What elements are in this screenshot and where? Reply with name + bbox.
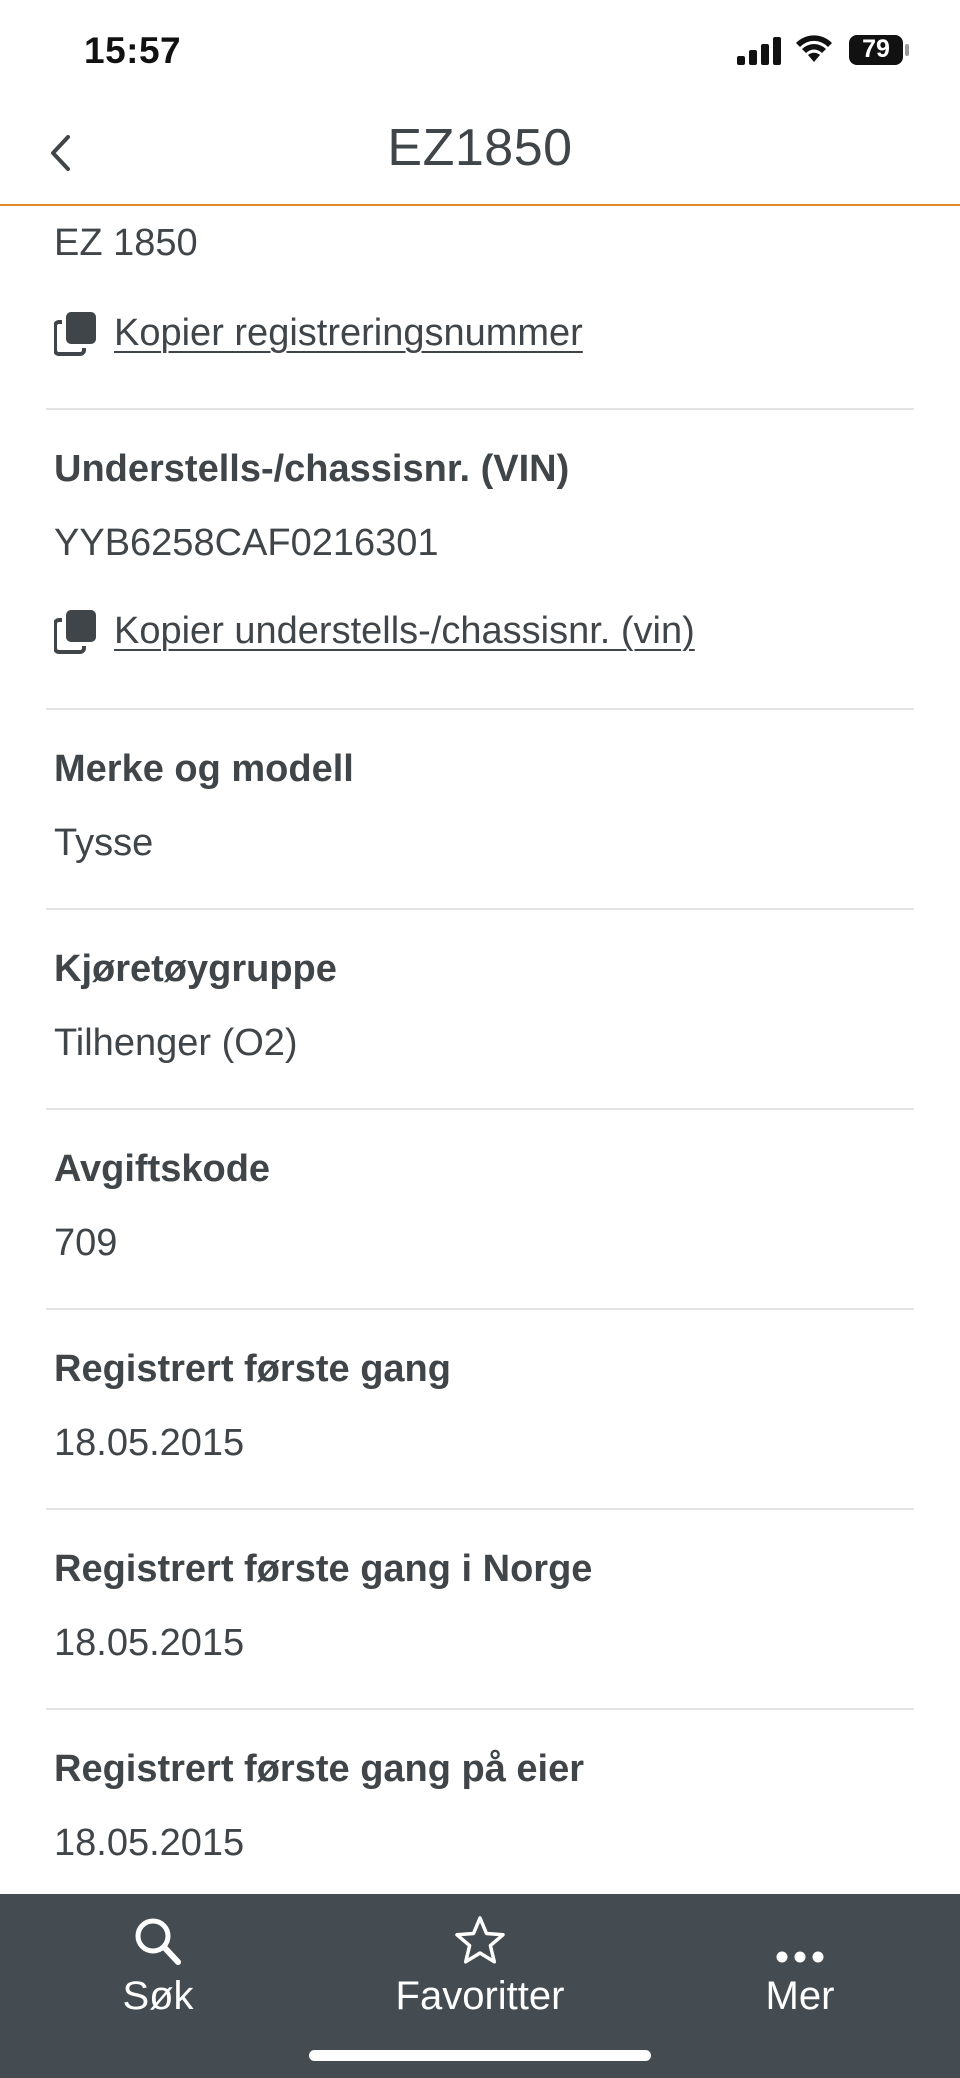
vin-label: Understells-/chassisnr. (VIN) <box>54 448 570 490</box>
search-icon <box>135 1918 181 1965</box>
more-dots-icon <box>776 1951 824 1963</box>
detail-item-make-model: Merke og modell Tysse <box>46 708 914 910</box>
detail-value: Tilhenger (O2) <box>54 1022 298 1064</box>
signal-icon <box>737 37 781 65</box>
wifi-icon <box>796 35 832 62</box>
copy-icon <box>54 312 96 356</box>
vin-section: Understells-/chassisnr. (VIN) YYB6258CAF… <box>46 408 914 710</box>
detail-item-first-registered-norway: Registrert første gang i Norge 18.05.201… <box>46 1508 914 1710</box>
star-icon <box>455 1916 505 1964</box>
bottom-tab-bar: Søk Favoritter Mer <box>0 1894 960 2078</box>
vin-value: YYB6258CAF0216301 <box>54 522 439 564</box>
tab-more[interactable]: Mer <box>690 1912 910 2032</box>
registration-value: EZ 1850 <box>54 222 198 264</box>
detail-label: Registrert første gang <box>54 1348 451 1390</box>
detail-item-fee-code: Avgiftskode 709 <box>46 1108 914 1310</box>
status-time: 15:57 <box>84 30 182 71</box>
copy-icon <box>54 610 96 654</box>
status-bar: 15:57 79 <box>0 0 960 100</box>
detail-item-vehicle-group: Kjøretøygruppe Tilhenger (O2) <box>46 908 914 1110</box>
detail-label: Registrert første gang i Norge <box>54 1548 593 1590</box>
detail-value: 18.05.2015 <box>54 1822 245 1864</box>
detail-label: Registrert første gang på eier <box>54 1748 585 1790</box>
tab-search[interactable]: Søk <box>48 1912 268 2032</box>
detail-label: Kjøretøygruppe <box>54 948 337 990</box>
home-indicator <box>309 2050 651 2061</box>
copy-vin-label: Kopier understells-/chassisnr. (vin) <box>114 609 695 652</box>
detail-item-first-registered-owner: Registrert første gang på eier 18.05.201… <box>46 1708 914 1894</box>
copy-registration-label: Kopier registreringsnummer <box>114 311 583 354</box>
copy-registration-button[interactable]: Kopier registreringsnummer <box>54 310 583 356</box>
detail-value: Tysse <box>54 822 154 864</box>
tab-label: Mer <box>765 1974 835 2018</box>
page-title: EZ1850 <box>387 119 573 177</box>
nav-header: EZ1850 <box>0 100 960 206</box>
battery-level: 79 <box>862 35 890 63</box>
battery-icon: 79 <box>848 34 910 66</box>
detail-label: Avgiftskode <box>54 1148 271 1190</box>
tab-favorites[interactable]: Favoritter <box>370 1912 590 2032</box>
vehicle-details[interactable]: EZ 1850 Kopier registreringsnummer Under… <box>0 206 960 1894</box>
registration-section: EZ 1850 Kopier registreringsnummer <box>46 206 914 410</box>
detail-label: Merke og modell <box>54 748 354 790</box>
copy-vin-button[interactable]: Kopier understells-/chassisnr. (vin) <box>54 608 695 654</box>
detail-value: 709 <box>54 1222 118 1264</box>
detail-item-first-registered: Registrert første gang 18.05.2015 <box>46 1308 914 1510</box>
tab-label: Søk <box>122 1974 194 2018</box>
tab-label: Favoritter <box>395 1974 565 2018</box>
detail-value: 18.05.2015 <box>54 1422 245 1464</box>
detail-value: 18.05.2015 <box>54 1622 245 1664</box>
